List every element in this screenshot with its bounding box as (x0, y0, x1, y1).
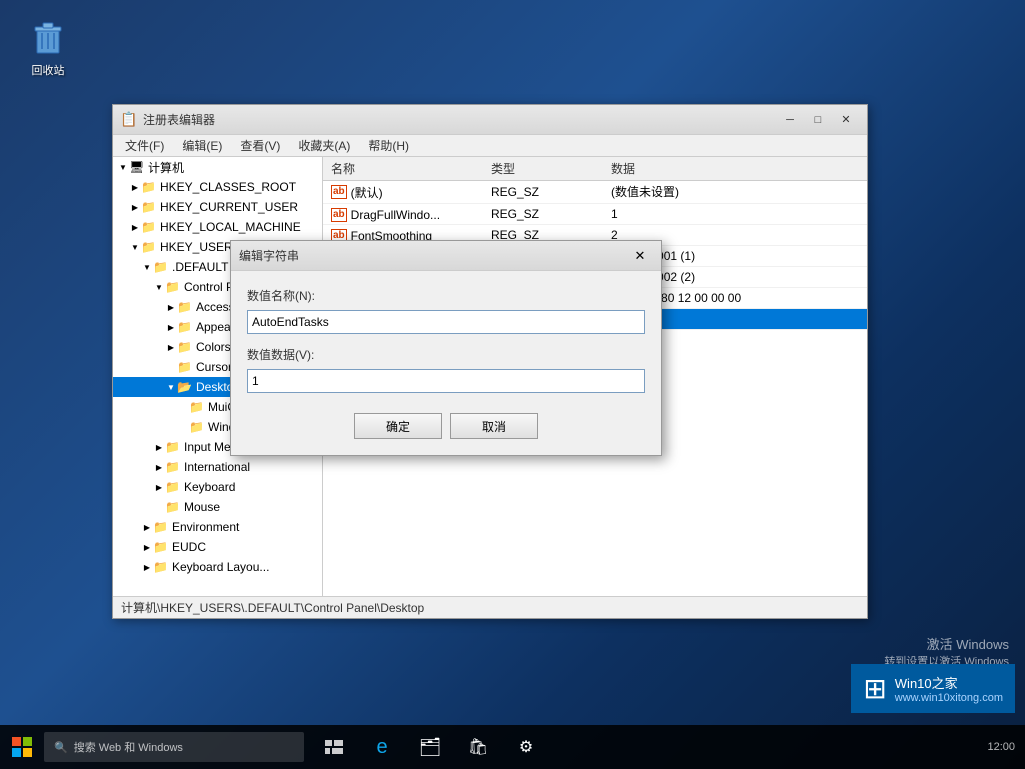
name-input[interactable] (247, 310, 645, 334)
dialog-overlay: 编辑字符串 ✕ 数值名称(N): 数值数据(V): 确定 取消 (0, 0, 1025, 769)
app5-button[interactable]: ⚙ (504, 725, 548, 769)
taskbar-tray: 12:00 (987, 741, 1025, 753)
dialog-close-button[interactable]: ✕ (627, 246, 653, 266)
start-button[interactable] (0, 725, 44, 769)
cancel-button[interactable]: 取消 (450, 413, 538, 439)
desktop: 回收站 激活 Windows 转到设置以激活 Windows ⊞ Win10之家… (0, 0, 1025, 769)
search-placeholder: 搜索 Web 和 Windows (74, 739, 183, 755)
search-bar[interactable]: 🔍 搜索 Web 和 Windows (44, 732, 304, 762)
dialog-buttons: 确定 取消 (247, 413, 645, 439)
value-input[interactable] (247, 369, 645, 393)
value-label: 数值数据(V): (247, 346, 645, 363)
store-button[interactable]: 🛍 (456, 725, 500, 769)
edit-string-dialog: 编辑字符串 ✕ 数值名称(N): 数值数据(V): 确定 取消 (230, 240, 662, 456)
explorer-button[interactable]: 🗂 (408, 725, 452, 769)
dialog-titlebar: 编辑字符串 ✕ (231, 241, 661, 271)
taskbar-apps: e 🗂 🛍 ⚙ (312, 725, 548, 769)
clock: 12:00 (987, 741, 1015, 753)
ok-button[interactable]: 确定 (354, 413, 442, 439)
dialog-body: 数值名称(N): 数值数据(V): 确定 取消 (231, 271, 661, 455)
dialog-title: 编辑字符串 (239, 247, 627, 264)
taskbar: 🔍 搜索 Web 和 Windows e 🗂 🛍 ⚙ 12:00 (0, 725, 1025, 769)
search-icon: 🔍 (54, 741, 68, 754)
edge-button[interactable]: e (360, 725, 404, 769)
name-label: 数值名称(N): (247, 287, 645, 304)
task-view-button[interactable] (312, 725, 356, 769)
